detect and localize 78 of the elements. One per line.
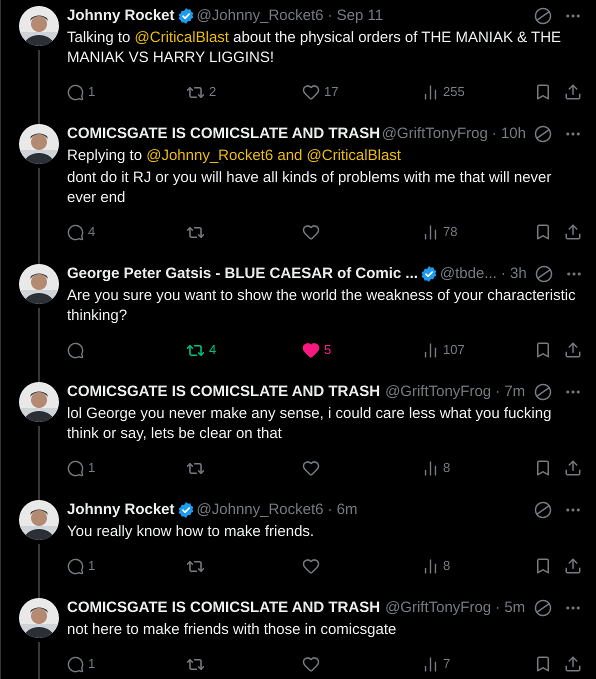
author-name[interactable]: Johnny Rocket — [67, 4, 175, 28]
author-name[interactable]: COMICSGATE IS COMICSLATE AND TRASH — [67, 122, 380, 146]
bar-chart-icon — [422, 460, 439, 476]
speech-bubble-icon — [67, 460, 84, 476]
mention-link[interactable]: @Johnny_Rocket6 and @CriticalBlast — [146, 147, 401, 164]
bar-chart-icon — [422, 84, 439, 100]
author-name[interactable]: COMICSGATE IS COMICSLATE AND TRASH — [67, 380, 380, 404]
slashed-circle-icon[interactable] — [532, 500, 554, 520]
like-button[interactable]: 17 — [302, 82, 422, 102]
share-icon[interactable] — [564, 557, 582, 575]
heart-icon — [302, 341, 320, 359]
views-button[interactable]: 78 — [422, 222, 458, 242]
speech-bubble-icon — [67, 224, 84, 240]
bookmark-icon[interactable] — [534, 459, 552, 477]
views-button[interactable]: 8 — [422, 458, 450, 478]
bar-chart-icon — [422, 224, 439, 240]
bookmark-icon[interactable] — [534, 341, 552, 359]
share-icon[interactable] — [564, 341, 582, 359]
post-time[interactable]: · 10h — [492, 122, 526, 146]
post-time[interactable]: · 5m — [495, 596, 526, 620]
bookmark-icon[interactable] — [534, 557, 552, 575]
reply-button[interactable]: 1 — [67, 654, 186, 674]
post-time[interactable]: · 7m — [495, 380, 526, 404]
repost-button[interactable]: 2 — [186, 82, 302, 102]
post-text: lol George you never make any sense, i could care less what you fucking think or say, lets be clear on that — [67, 404, 552, 444]
heart-icon — [302, 223, 320, 241]
author-handle[interactable]: @Johnny_Rocket6 — [196, 4, 324, 28]
post-time[interactable]: · 3h — [500, 262, 527, 286]
slashed-circle-icon[interactable] — [532, 124, 554, 144]
post-text: Talking to @CriticalBlast about the physical orders of THE MANIAK & THE MANIAK VS HARRY LIGGINS! — [67, 28, 562, 68]
post-text: You really know how to make friends. — [67, 522, 316, 542]
post-time[interactable]: · Sep 11 — [328, 4, 384, 28]
replying-to-text: Replying to @Johnny_Rocket6 and @CriticalBlast — [67, 146, 402, 166]
reply-button[interactable]: 1 — [67, 458, 186, 478]
author-name[interactable]: COMICSGATE IS COMICSLATE AND TRASH — [67, 596, 380, 620]
slashed-circle-icon[interactable] — [532, 598, 554, 618]
reply-button[interactable]: 4 — [67, 222, 186, 242]
like-button[interactable]: 5 — [302, 340, 422, 360]
author-handle[interactable]: @GriftTonyFrog — [382, 122, 488, 146]
share-icon[interactable] — [564, 655, 582, 673]
heart-icon — [302, 655, 320, 673]
bar-chart-icon — [422, 656, 439, 672]
bookmark-icon[interactable] — [534, 83, 552, 101]
mention-link[interactable]: @CriticalBlast — [134, 29, 229, 46]
bar-chart-icon — [422, 342, 439, 358]
share-icon[interactable] — [564, 83, 582, 101]
author-handle[interactable]: @tbde... — [440, 262, 497, 286]
reply-button[interactable]: 1 — [67, 82, 186, 102]
speech-bubble-icon — [67, 342, 84, 358]
views-button[interactable]: 107 — [422, 340, 465, 360]
heart-icon — [302, 459, 320, 477]
heart-icon — [302, 557, 320, 575]
post-text: Are you sure you want to show the world the weakness of your characteristic thinking? — [67, 286, 576, 326]
heart-icon — [302, 83, 320, 101]
author-handle[interactable]: @GriftTonyFrog — [385, 380, 492, 404]
share-icon[interactable] — [564, 459, 582, 477]
author-handle[interactable]: @GriftTonyFrog — [385, 596, 492, 620]
share-icon[interactable] — [564, 223, 582, 241]
author-name[interactable]: Johnny Rocket — [67, 498, 175, 522]
slashed-circle-icon[interactable] — [532, 382, 554, 402]
bar-chart-icon — [422, 558, 439, 574]
author-handle[interactable]: @Johnny_Rocket6 — [196, 498, 324, 522]
bookmark-icon[interactable] — [534, 223, 552, 241]
slashed-circle-icon[interactable] — [533, 264, 554, 284]
views-button[interactable]: 255 — [422, 82, 465, 102]
bookmark-icon[interactable] — [534, 655, 552, 673]
post-time[interactable]: · 6m — [328, 498, 358, 522]
views-button[interactable]: 8 — [422, 556, 450, 576]
post-text: not here to make friends with those in comicsgate — [67, 620, 398, 640]
speech-bubble-icon — [67, 656, 84, 672]
post-text: dont do it RJ or you will have all kinds of problems with me that will never ever end — [67, 168, 552, 208]
speech-bubble-icon — [67, 84, 84, 100]
views-button[interactable]: 7 — [422, 654, 450, 674]
author-name[interactable]: George Peter Gatsis - BLUE CAESAR of Comic ... — [67, 262, 418, 286]
speech-bubble-icon — [67, 558, 84, 574]
slashed-circle-icon[interactable] — [532, 6, 554, 26]
repost-button[interactable]: 4 — [186, 340, 302, 360]
reply-button[interactable]: 1 — [67, 556, 186, 576]
